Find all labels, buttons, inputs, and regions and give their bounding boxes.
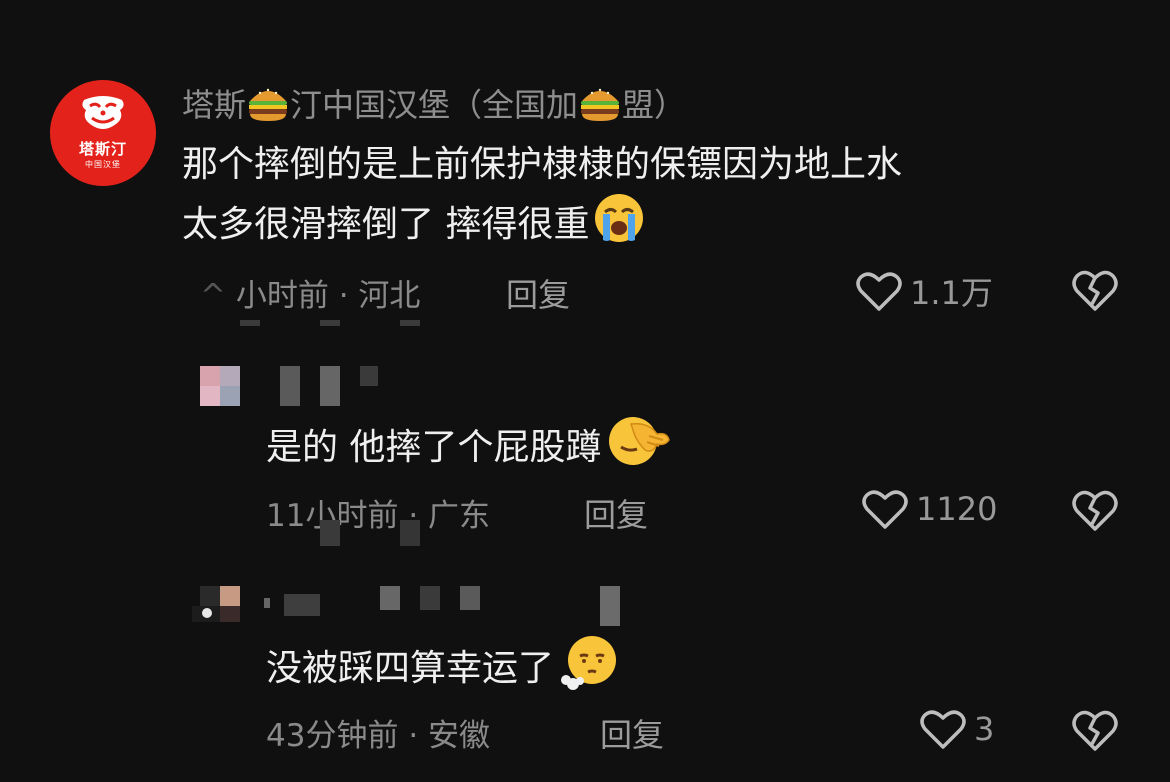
pixelation-block (320, 520, 340, 546)
loudly-crying-face-icon (593, 192, 645, 260)
location: 广东 (428, 498, 491, 534)
like-button[interactable]: 1.1万 (856, 268, 993, 314)
burger-icon (578, 83, 622, 131)
brand-subtitle: 中国汉堡 (85, 160, 121, 169)
comment-meta: ^ 小时前 · 河北 (200, 278, 421, 314)
avatar[interactable]: 塔斯汀 中国汉堡 (50, 80, 156, 186)
face-palm-icon (605, 414, 673, 484)
like-count: 1120 (916, 490, 998, 528)
comment-meta: 43分钟前 · 安徽 (266, 718, 491, 754)
brand-logo-icon (82, 96, 124, 129)
comment-text[interactable]: 是的 他摔了个屁股蹲 (266, 414, 673, 484)
brand-name: 塔斯汀 (78, 140, 127, 158)
comment-text[interactable]: 那个摔倒的是上前保护棣棣的保镖因为地上水 太多很滑摔倒了 摔得很重 (182, 138, 902, 260)
username-obscured (280, 366, 400, 408)
dislike-icon[interactable] (1072, 488, 1118, 532)
username-obscured (264, 586, 624, 628)
like-button[interactable]: 3 (920, 708, 994, 750)
like-button[interactable]: 1120 (862, 488, 997, 530)
location: 河北 (358, 278, 421, 314)
dislike-icon[interactable] (1072, 708, 1118, 752)
reply-button[interactable]: 回复 (584, 490, 648, 536)
pixelation-block (240, 320, 260, 326)
avatar[interactable] (200, 366, 240, 406)
comment-meta: 11小时前 · 广东 (266, 498, 491, 534)
timestamp: 小时前 (235, 278, 329, 314)
username[interactable]: 塔斯 汀中国汉堡（全国加 盟） (182, 80, 686, 131)
burger-icon (246, 83, 290, 131)
pixelation-block (320, 320, 340, 326)
heart-icon (862, 490, 908, 529)
face-exhaling-icon (558, 634, 620, 706)
comment-text[interactable]: 没被踩四算幸运了 (266, 634, 620, 706)
like-count: 3 (974, 710, 995, 748)
pixelation-block (400, 320, 420, 326)
dislike-icon[interactable] (1072, 268, 1118, 312)
reply-button[interactable]: 回复 (600, 710, 664, 756)
pixelation-block (400, 520, 420, 546)
heart-icon (856, 272, 902, 311)
like-count: 1.1万 (910, 274, 993, 312)
heart-icon (920, 710, 966, 749)
obscured-text: ^ (200, 278, 226, 314)
reply-button[interactable]: 回复 (506, 270, 570, 316)
avatar[interactable] (192, 586, 240, 626)
location: 安徽 (428, 718, 491, 754)
timestamp: 43分钟前 (266, 718, 399, 754)
